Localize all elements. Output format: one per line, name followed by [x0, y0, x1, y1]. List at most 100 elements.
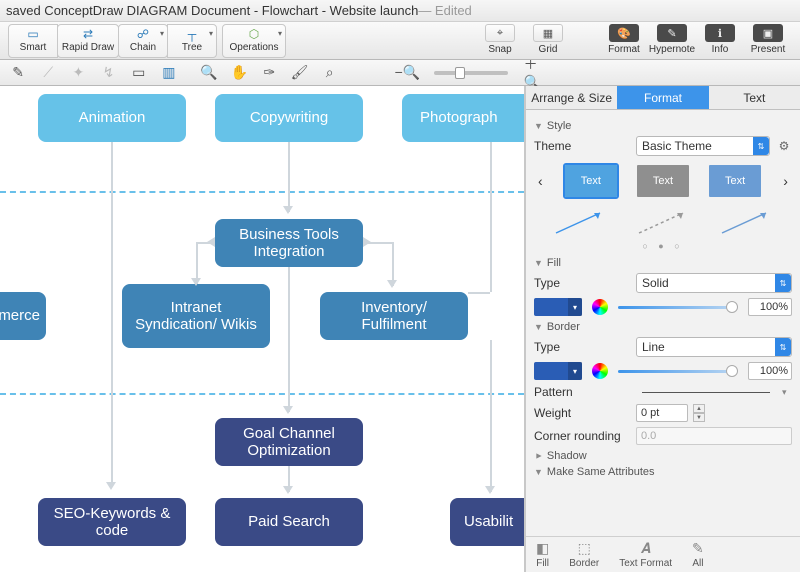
section-border[interactable]: ▼Border [534, 321, 792, 333]
connector [468, 292, 490, 294]
format-button[interactable]: 🎨Format [600, 24, 648, 58]
section-shadow[interactable]: ▼Shadow [534, 450, 792, 462]
border-opacity-value[interactable]: 100% [748, 362, 792, 380]
border-color-button[interactable]: ▾ [534, 362, 582, 380]
weight-input[interactable]: 0 pt [636, 404, 688, 422]
apply-fill-button[interactable]: ◧Fill [536, 540, 549, 569]
border-opacity-slider[interactable] [618, 370, 738, 373]
smart-button[interactable]: ▭Smart [8, 24, 58, 58]
brush-icon[interactable]: ⌕ [320, 63, 340, 83]
diagram-canvas[interactable]: Animation Copywriting Photograph Busines… [0, 86, 525, 572]
page-dots[interactable]: ○ ● ○ [534, 241, 792, 251]
node-inventory[interactable]: Inventory/ Fulfilment [320, 292, 468, 340]
node-paid-search[interactable]: Paid Search [215, 498, 363, 546]
fill-type-select[interactable]: Solid⇅ [636, 273, 792, 293]
magnify-icon[interactable]: 🔍 [199, 63, 219, 83]
operations-button[interactable]: ⬡Operations▾ [222, 24, 286, 58]
tab-text[interactable]: Text [709, 86, 800, 110]
node-animation[interactable]: Animation [38, 94, 186, 142]
tool-icon[interactable]: ✦ [68, 63, 88, 83]
corner-rounding-input[interactable]: 0.0 [636, 427, 792, 445]
doc-title: saved ConceptDraw DIAGRAM Document - Flo… [6, 3, 418, 18]
connector [288, 142, 290, 212]
pattern-preview[interactable] [642, 392, 770, 393]
hand-tool-icon[interactable]: ✋ [229, 63, 249, 83]
node-business-tools[interactable]: Business Tools Integration [215, 219, 363, 267]
theme-swatch[interactable]: Text [637, 165, 689, 197]
hypernote-button[interactable]: ✎Hypernote [648, 24, 696, 58]
tab-format[interactable]: Format [617, 86, 708, 110]
library-icon[interactable]: ▥ [159, 63, 179, 83]
arrow-head-icon [283, 206, 293, 214]
section-fill[interactable]: ▼Fill [534, 257, 792, 269]
inspector-panel: Arrange & Size Format Text ▼Style Theme … [525, 86, 800, 572]
node-photograph[interactable]: Photograph [402, 94, 524, 142]
node-goal-channel[interactable]: Goal Channel Optimization [215, 418, 363, 466]
color-wheel-icon[interactable] [592, 363, 608, 379]
theme-swatch[interactable]: Text [709, 165, 761, 197]
fill-opacity-slider[interactable] [618, 306, 738, 309]
arrow-head-icon [191, 278, 201, 286]
arrow-head-icon [106, 482, 116, 490]
grid-button[interactable]: ▦Grid [524, 24, 572, 58]
tool-icon[interactable]: ⟋ [38, 63, 58, 83]
chevron-down-icon[interactable]: ▾ [782, 387, 792, 398]
chain-button[interactable]: ☍Chain▾ [118, 24, 168, 58]
corner-rounding-label: Corner rounding [534, 429, 630, 443]
present-button[interactable]: ▣Present [744, 24, 792, 58]
border-type-label: Type [534, 340, 630, 354]
theme-select[interactable]: Basic Theme⇅ [636, 136, 770, 156]
arrow-style-preview[interactable] [718, 207, 774, 237]
apply-all-button[interactable]: ✎All [692, 540, 704, 569]
eyedropper-icon[interactable]: ✑ [259, 63, 279, 83]
tab-arrange-size[interactable]: Arrange & Size [526, 86, 617, 110]
fill-color-button[interactable]: ▾ [534, 298, 582, 316]
arrow-head-icon [387, 280, 397, 288]
fill-opacity-value[interactable]: 100% [748, 298, 792, 316]
connector [490, 142, 492, 292]
title-bar: saved ConceptDraw DIAGRAM Document - Flo… [0, 0, 800, 22]
color-wheel-icon[interactable] [592, 299, 608, 315]
paint-icon[interactable]: 🖌 [289, 63, 309, 83]
zoom-out-icon[interactable]: −🔍 [396, 63, 418, 83]
node-usability[interactable]: Usabilit [450, 498, 525, 546]
apply-border-button[interactable]: ⬚Border [569, 540, 599, 569]
tree-button[interactable]: ┬Tree▾ [167, 24, 217, 58]
shape-tool-icon[interactable]: ▭ [129, 63, 149, 83]
rapid-draw-button[interactable]: ⇄Rapid Draw [57, 24, 119, 58]
fill-type-label: Type [534, 276, 630, 290]
theme-label: Theme [534, 139, 630, 153]
section-make-same[interactable]: ▼Make Same Attributes [534, 466, 792, 478]
border-type-select[interactable]: Line⇅ [636, 337, 792, 357]
node-commerce[interactable]: merce [0, 292, 46, 340]
connector [111, 142, 113, 482]
weight-label: Weight [534, 406, 630, 420]
zoom-in-icon[interactable]: ＋🔍 [524, 63, 544, 83]
node-intranet[interactable]: Intranet Syndication/ Wikis [122, 284, 270, 348]
arrow-style-preview[interactable] [552, 207, 608, 237]
apply-text-format-button[interactable]: 𝑨Text Format [619, 540, 672, 569]
arrow-head-icon [363, 237, 371, 247]
info-button[interactable]: ℹInfo [696, 24, 744, 58]
section-style[interactable]: ▼Style [534, 120, 792, 132]
arrow-head-icon [283, 486, 293, 494]
chevron-right-icon[interactable]: › [781, 173, 790, 189]
node-seo[interactable]: SEO-Keywords & code [38, 498, 186, 546]
pen-tool-icon[interactable]: ✎ [8, 63, 28, 83]
snap-button[interactable]: ⌖Snap [476, 24, 524, 58]
arrow-style-preview[interactable] [635, 207, 691, 237]
pattern-label: Pattern [534, 385, 630, 399]
connector [368, 242, 392, 244]
zoom-slider[interactable] [434, 71, 507, 75]
arrow-head-icon [207, 237, 215, 247]
gear-icon[interactable]: ⚙ [776, 138, 792, 154]
secondary-toolbar: ✎ ⟋ ✦ ↯ ▭ ▥ 🔍 ✋ ✑ 🖌 ⌕ −🔍 ＋🔍 [0, 60, 800, 86]
tool-icon[interactable]: ↯ [98, 63, 118, 83]
arrow-head-icon [485, 486, 495, 494]
node-copywriting[interactable]: Copywriting [215, 94, 363, 142]
chevron-left-icon[interactable]: ‹ [536, 173, 545, 189]
theme-swatch[interactable]: Text [565, 165, 617, 197]
main-toolbar: ▭Smart ⇄Rapid Draw ☍Chain▾ ┬Tree▾ ⬡Opera… [0, 22, 800, 60]
connector [288, 267, 290, 412]
weight-stepper[interactable]: ▲▼ [693, 404, 705, 422]
